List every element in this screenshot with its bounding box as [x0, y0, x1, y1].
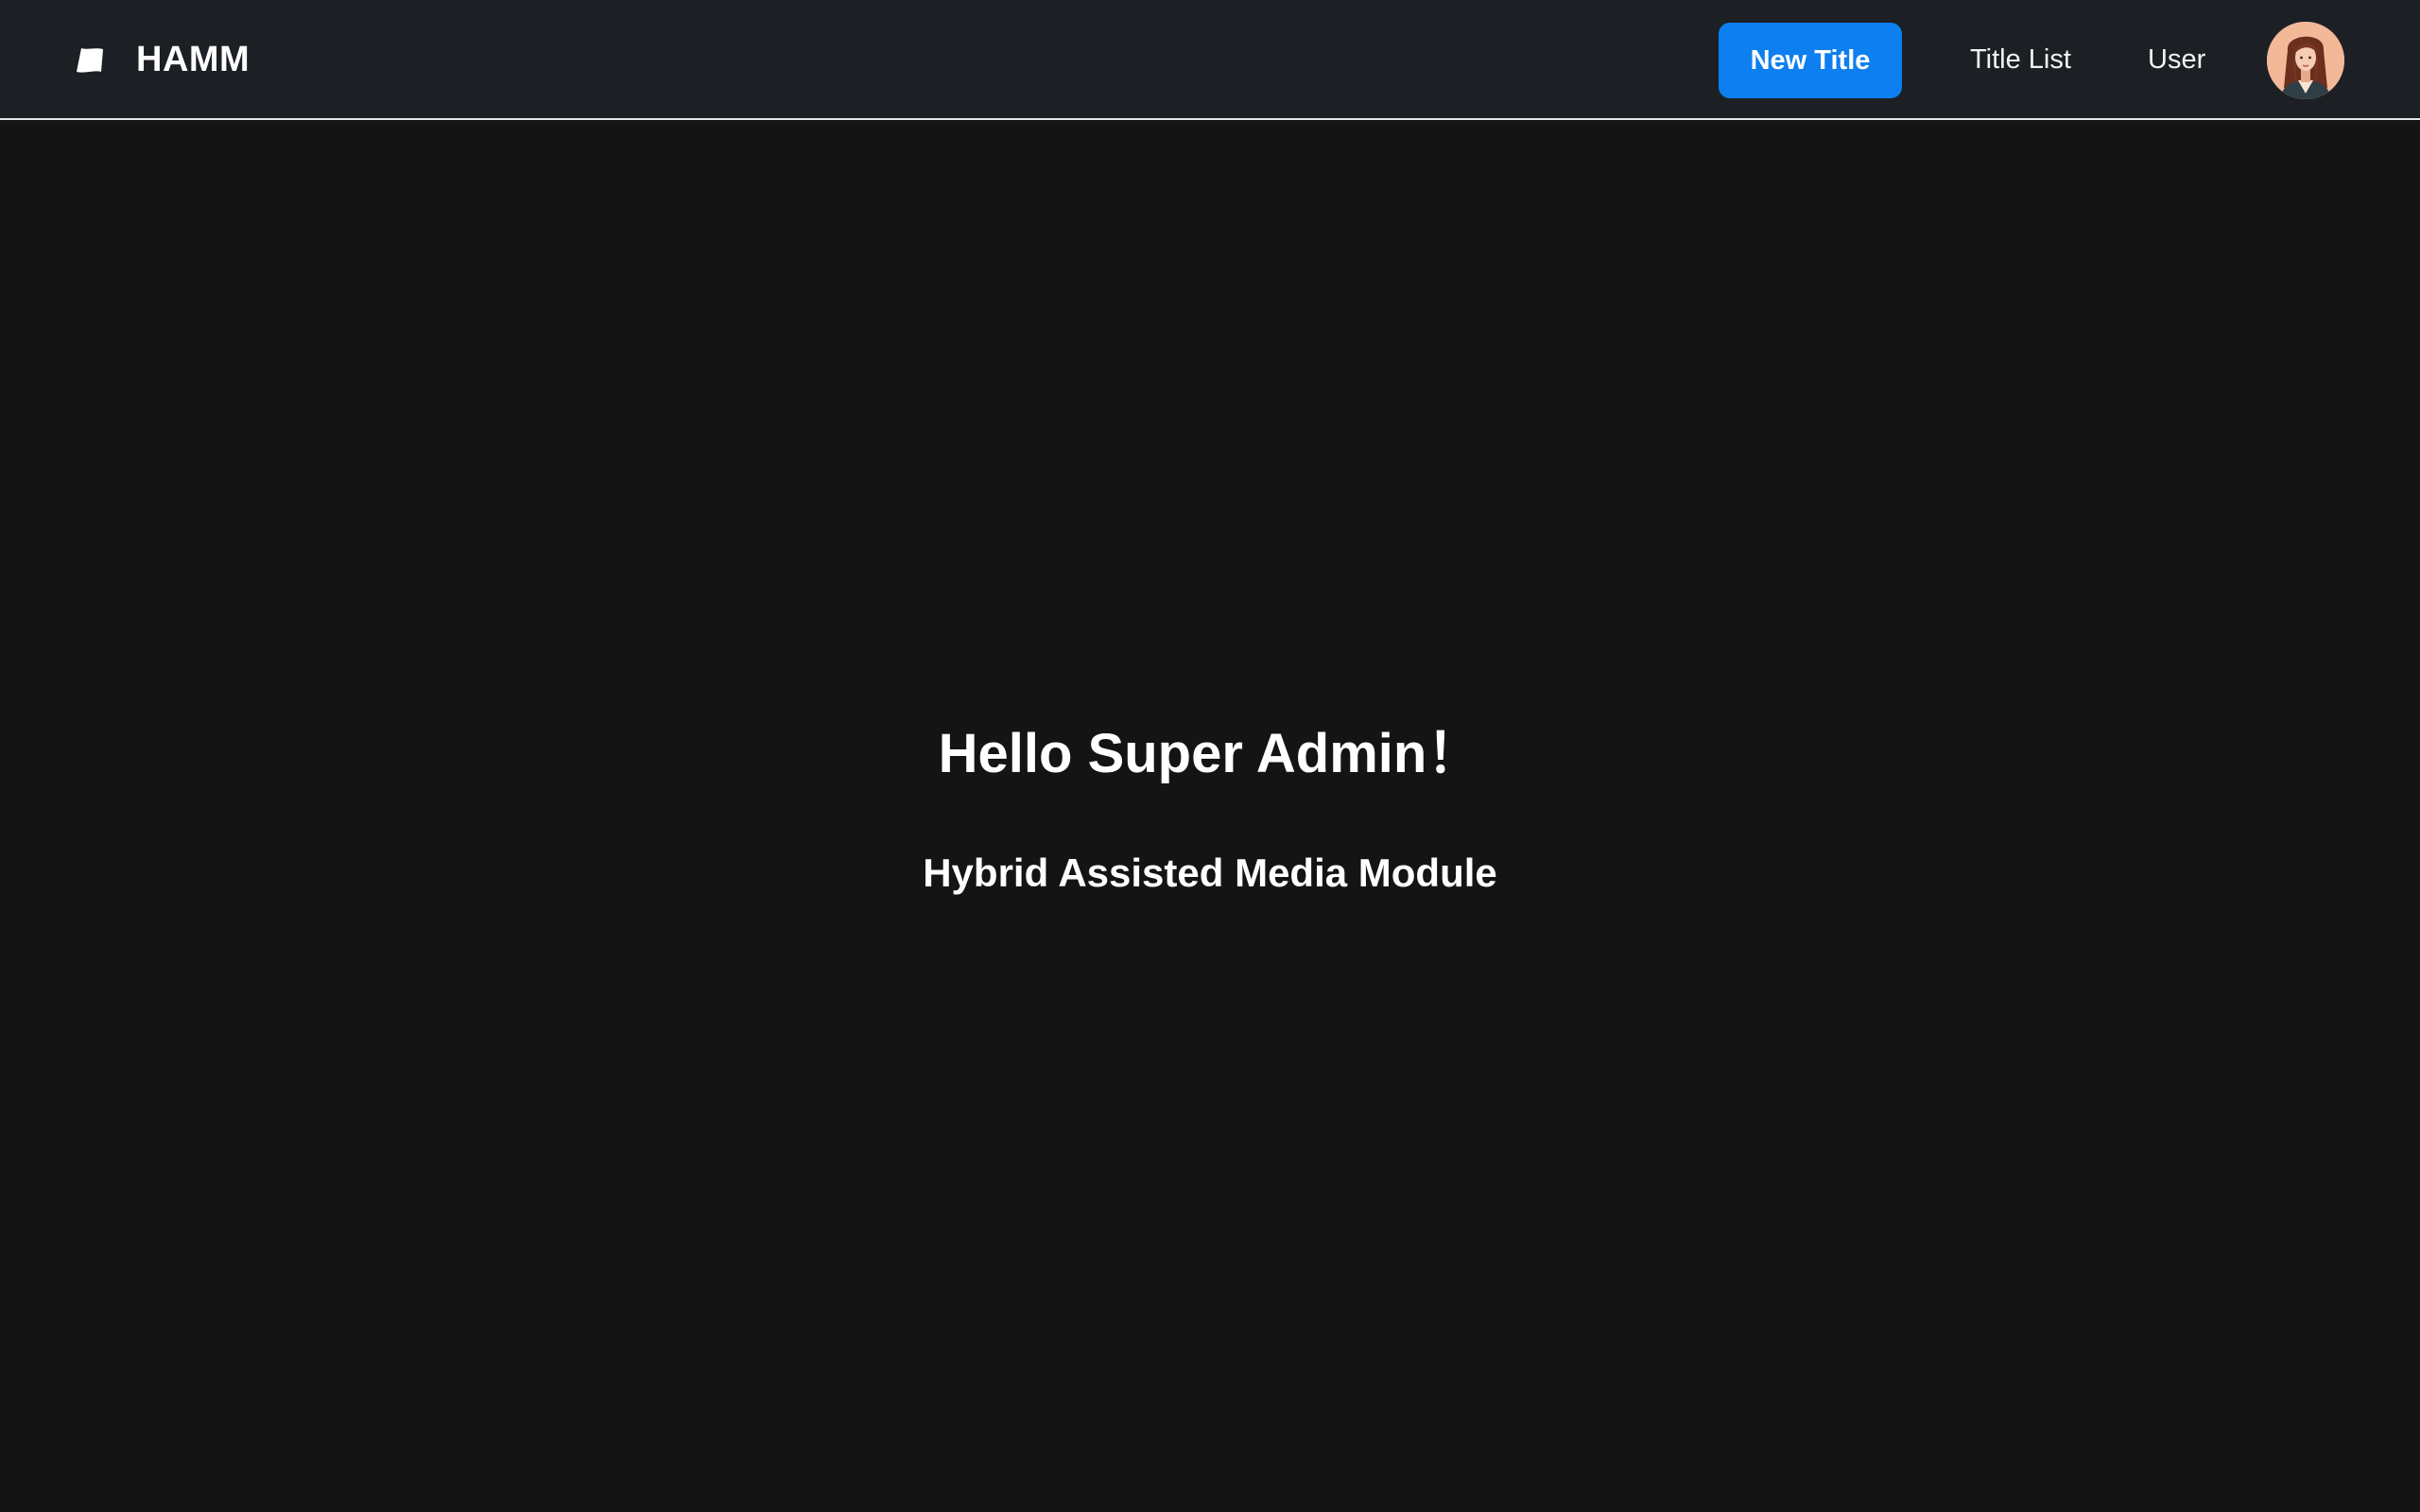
user-avatar[interactable]	[2267, 22, 2344, 99]
main-content: Hello Super Admin！ Hybrid Assisted Media…	[0, 120, 2420, 1512]
app-subtitle: Hybrid Assisted Media Module	[923, 850, 1497, 895]
nav-item-title-list[interactable]: Title List	[1970, 0, 2071, 120]
brand-name: HAMM	[136, 40, 251, 79]
greeting-heading: Hello Super Admin！	[938, 723, 1482, 784]
nav-item-user[interactable]: User	[2148, 0, 2205, 120]
top-navigation-bar: HAMM New Title Title List User	[0, 0, 2420, 120]
brand-home-link[interactable]: HAMM	[76, 0, 250, 120]
brand-logo-icon	[77, 47, 103, 73]
new-title-button[interactable]: New Title	[1719, 23, 1902, 98]
user-avatar-icon	[2267, 22, 2344, 99]
